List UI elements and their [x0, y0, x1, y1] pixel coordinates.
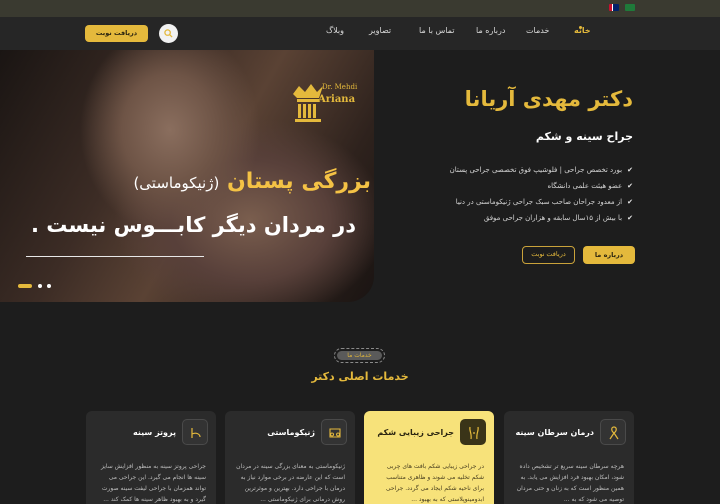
slider-dot[interactable] — [38, 284, 42, 288]
ribbon-icon — [600, 419, 626, 445]
doctor-name: دکتر مهدی آریانا — [464, 87, 633, 111]
check-icon: ✔ — [627, 198, 633, 206]
service-card[interactable]: ژنیکوماستی ژنیکوماستی به معنای بزرگی سین… — [225, 411, 355, 504]
nav-home[interactable]: خانه — [574, 26, 591, 35]
hero-headline-paren: (ژنیکوماستی) — [133, 174, 220, 192]
slider-dot-active[interactable] — [18, 284, 32, 288]
check-icon: ✔ — [627, 214, 633, 222]
nav-about[interactable]: درباره ما — [476, 26, 505, 35]
implant-icon — [182, 419, 208, 445]
slider-dot[interactable] — [47, 284, 51, 288]
hero-headline-main: بزرگی پستان — [227, 169, 371, 194]
logo-name-line2: Ariana — [318, 94, 356, 105]
logo-name-line1: Dr. Mehdi — [322, 83, 358, 91]
credential-item: ✔با بیش از ۱۵سال سابقه و هزاران جراحی مو… — [483, 214, 633, 222]
top-bar — [0, 0, 720, 17]
service-card[interactable]: پروتز سینه جراحی پروتز سینه به منظور افز… — [86, 411, 216, 504]
service-card-text: ژنیکوماستی به معنای بزرگی سینه در مردان … — [236, 463, 345, 503]
hero-divider — [26, 256, 204, 257]
service-card-title: ژنیکوماستی — [267, 428, 315, 437]
english-flag-icon[interactable] — [609, 4, 619, 11]
search-icon — [164, 29, 173, 38]
services-title: خدمات اصلی دکتر — [311, 370, 409, 383]
nav-gallery[interactable]: تصاویر — [369, 26, 391, 35]
doctor-title: جراح سینه و شکم — [535, 130, 633, 143]
credential-item: ✔بورد تخصص جراحی | فلوشیپ فوق تخصصی جراح… — [449, 166, 633, 174]
hero-subheadline: در مردان دیگر کابـــوس نیست . — [30, 213, 356, 237]
service-card-text: جراحی پروتز سینه به منظور افزایش سایز سی… — [100, 463, 206, 503]
hero-headline: بزرگی پستان (ژنیکوماستی) — [133, 169, 371, 194]
service-card-title: درمان سرطان سینه — [515, 428, 594, 437]
services-badge-label: خدمات ما — [337, 351, 382, 360]
search-button[interactable] — [159, 24, 178, 43]
arabic-flag-icon[interactable] — [625, 4, 635, 11]
credential-item: ✔از معدود جراحان صاحب سبک جراحی ژنیکوماس… — [455, 198, 633, 206]
service-card[interactable]: جراحی زیبایی شکم در جراحی زیبایی شکم باف… — [364, 411, 494, 504]
check-icon: ✔ — [627, 182, 633, 190]
check-icon: ✔ — [627, 166, 633, 174]
appointment-button[interactable]: دریافت نوبت — [522, 246, 575, 264]
credential-item: ✔عضو هیئت علمی دانشگاه — [547, 182, 634, 190]
service-card-text: هرچه سرطان سینه سریع تر تشخیص داده شود، … — [516, 463, 624, 503]
nav-services[interactable]: خدمات — [526, 26, 549, 35]
nav-blog[interactable]: وبلاگ — [326, 26, 344, 35]
service-card[interactable]: درمان سرطان سینه هرچه سرطان سینه سریع تر… — [504, 411, 634, 504]
service-card-text: در جراحی زیبایی شکم بافت های چربی شکم تخ… — [385, 463, 484, 503]
abdomen-icon — [460, 419, 486, 445]
nav-appointment-button[interactable]: دریافت نوبت — [85, 25, 148, 42]
service-card-title: پروتز سینه — [133, 428, 176, 437]
nav-contact[interactable]: تماس با ما — [419, 26, 455, 35]
chest-icon — [321, 419, 347, 445]
service-card-title: جراحی زیبایی شکم — [377, 428, 454, 437]
active-indicator — [579, 26, 582, 29]
about-button[interactable]: درباره ما — [583, 246, 635, 264]
services-badge: خدمات ما — [334, 348, 385, 363]
